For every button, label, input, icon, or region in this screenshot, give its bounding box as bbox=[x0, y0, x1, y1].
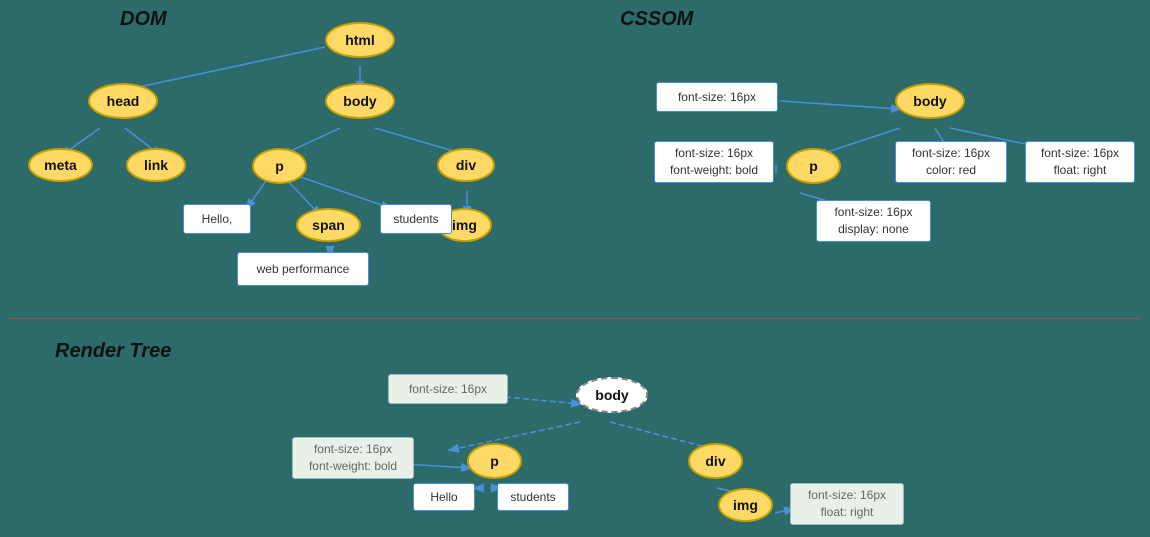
dom-meta-node: meta bbox=[28, 148, 93, 182]
cssom-p-style-box: font-size: 16pxfont-weight: bold bbox=[654, 141, 774, 183]
dom-p-node: p bbox=[252, 148, 307, 184]
divider bbox=[10, 318, 1140, 319]
render-students-box: students bbox=[497, 483, 569, 511]
cssom-span-style-box: font-size: 16pxcolor: red bbox=[895, 141, 1007, 183]
cssom-label: CSSOM bbox=[620, 8, 693, 31]
dom-webperf-box: web performance bbox=[237, 252, 369, 286]
render-hello-box: Hello bbox=[413, 483, 475, 511]
dom-students-box: students bbox=[380, 204, 452, 234]
render-img-style-box: font-size: 16pxfloat: right bbox=[790, 483, 904, 525]
render-fontsize-box: font-size: 16px bbox=[388, 374, 508, 404]
render-p-node: p bbox=[467, 443, 522, 479]
dom-html-node: html bbox=[325, 22, 395, 58]
render-p-style-box: font-size: 16pxfont-weight: bold bbox=[292, 437, 414, 479]
dom-div-node: div bbox=[437, 148, 495, 182]
cssom-p-node: p bbox=[786, 148, 841, 184]
main-diagram: DOM CSSOM Render Tree bbox=[0, 0, 1150, 537]
dom-label: DOM bbox=[120, 8, 167, 31]
dom-head-node: head bbox=[88, 83, 158, 119]
render-body-node: body bbox=[576, 377, 648, 413]
render-label: Render Tree bbox=[55, 340, 171, 363]
cssom-body-node: body bbox=[895, 83, 965, 119]
dom-span-node: span bbox=[296, 208, 361, 242]
dom-link-node: link bbox=[126, 148, 186, 182]
dom-hello-box: Hello, bbox=[183, 204, 251, 234]
dom-body-node: body bbox=[325, 83, 395, 119]
render-img-node: img bbox=[718, 488, 773, 522]
cssom-img-style-box: font-size: 16pxfloat: right bbox=[1025, 141, 1135, 183]
cssom-span2-style-box: font-size: 16pxdisplay: none bbox=[816, 200, 931, 242]
render-div-node: div bbox=[688, 443, 743, 479]
arrows-svg bbox=[0, 0, 1150, 537]
cssom-fontsize-body-box: font-size: 16px bbox=[656, 82, 778, 112]
